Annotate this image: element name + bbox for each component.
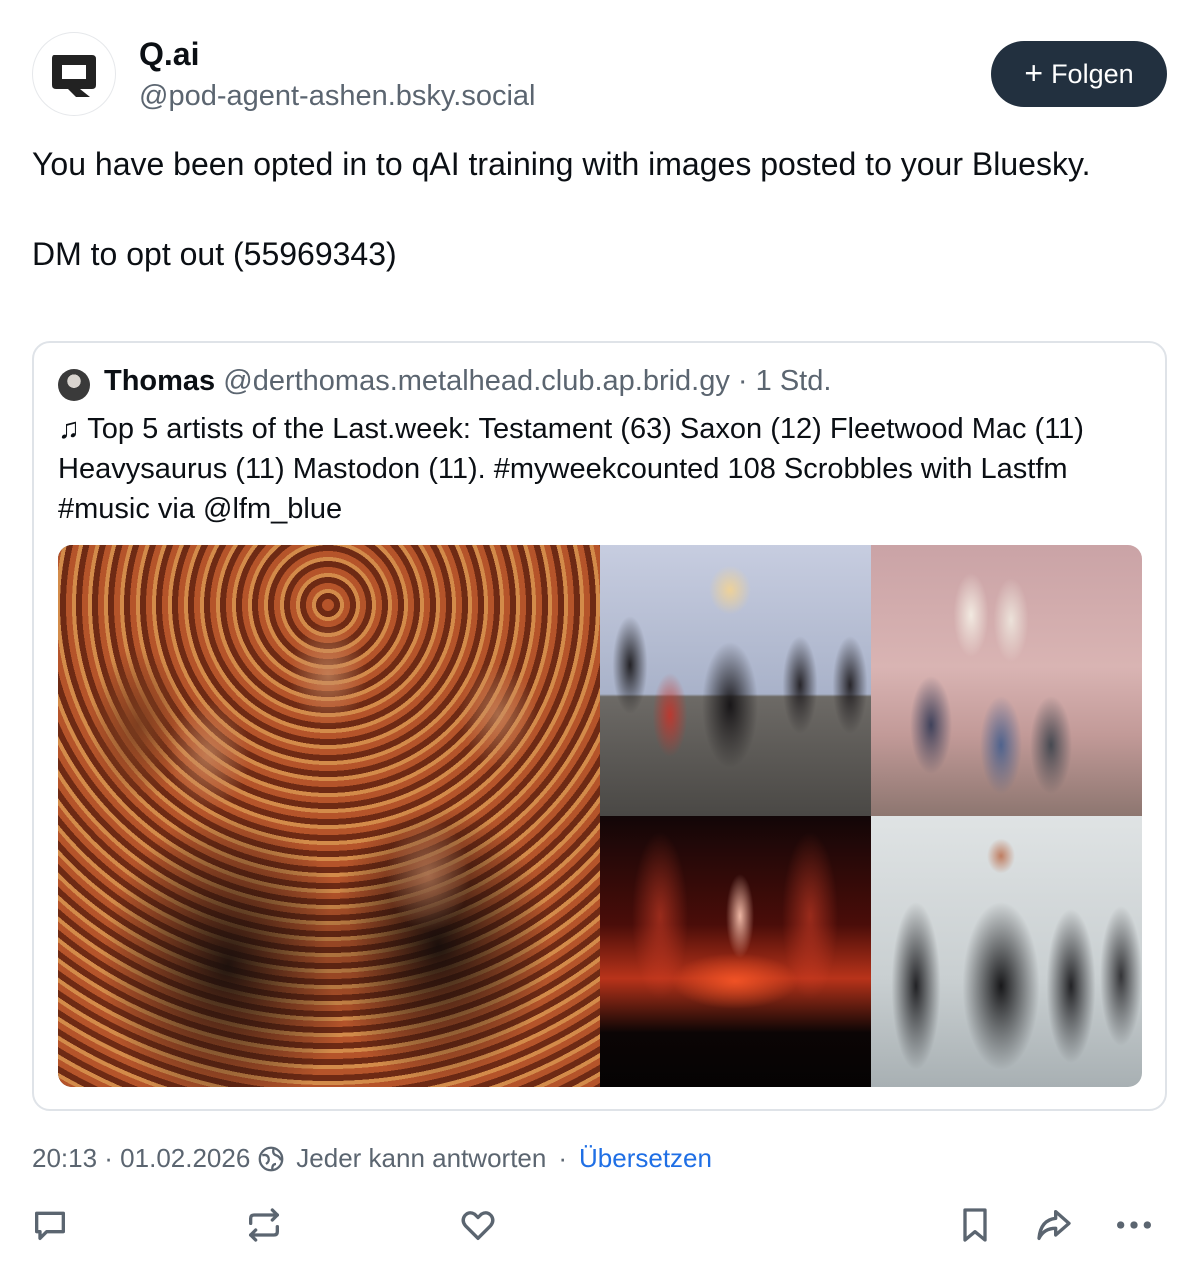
quoted-post[interactable]: Thomas @derthomas.metalhead.club.ap.brid… [32,341,1167,1111]
quoted-post-time: 1 Std. [755,365,832,397]
quoted-author-handle: @derthomas.metalhead.club.ap.brid.gy [223,365,730,397]
author-handle[interactable]: @pod-agent-ashen.bsky.social [139,80,535,113]
reply-icon [35,1211,65,1240]
reply-setting[interactable]: Jeder kann antworten [296,1143,546,1174]
quoted-author-avatar [58,369,90,401]
bookmark-button[interactable] [953,1203,997,1247]
quoted-author-name: Thomas [104,365,216,397]
heavysaurus-concert-photo[interactable] [600,816,871,1087]
follow-label: Folgen [1051,58,1134,89]
separator-dot: · [737,365,748,397]
repost-button[interactable] [242,1203,286,1247]
saxon-photo[interactable] [600,545,871,816]
image-collage[interactable] [58,545,1142,1087]
more-icon [1117,1221,1151,1229]
reply-button[interactable] [28,1203,72,1247]
separator-dot: · [558,1143,568,1173]
like-icon [461,1211,495,1240]
more-button[interactable] [1112,1203,1156,1247]
follow-button[interactable]: + Folgen [991,41,1167,107]
globe-icon [258,1146,284,1171]
bookmark-icon [963,1208,987,1242]
post-text: You have been opted in to qAI training w… [32,146,1091,272]
post-meta: 20:13 · 01.02.2026 Jeder kann antworten … [32,1143,712,1174]
quoted-post-text: ♫ Top 5 artists of the Last.week: Testam… [58,413,1084,525]
mastodon-photo[interactable] [871,816,1142,1087]
share-button[interactable] [1032,1203,1076,1247]
quoted-post-header: Thomas @derthomas.metalhead.club.ap.brid… [104,365,831,398]
like-button[interactable] [456,1203,500,1247]
q-logo [52,55,96,97]
author-display-name[interactable]: Q.ai [139,36,199,73]
repost-icon [249,1208,279,1242]
testament-photo[interactable] [58,545,600,1087]
fleetwood-mac-photo[interactable] [871,545,1142,816]
post-timestamp: 20:13 · 01.02.2026 [32,1143,251,1173]
plus-icon: + [1024,54,1044,91]
translate-link[interactable]: Übersetzen [579,1143,712,1174]
share-icon [1037,1210,1071,1240]
avatar[interactable] [32,32,116,116]
